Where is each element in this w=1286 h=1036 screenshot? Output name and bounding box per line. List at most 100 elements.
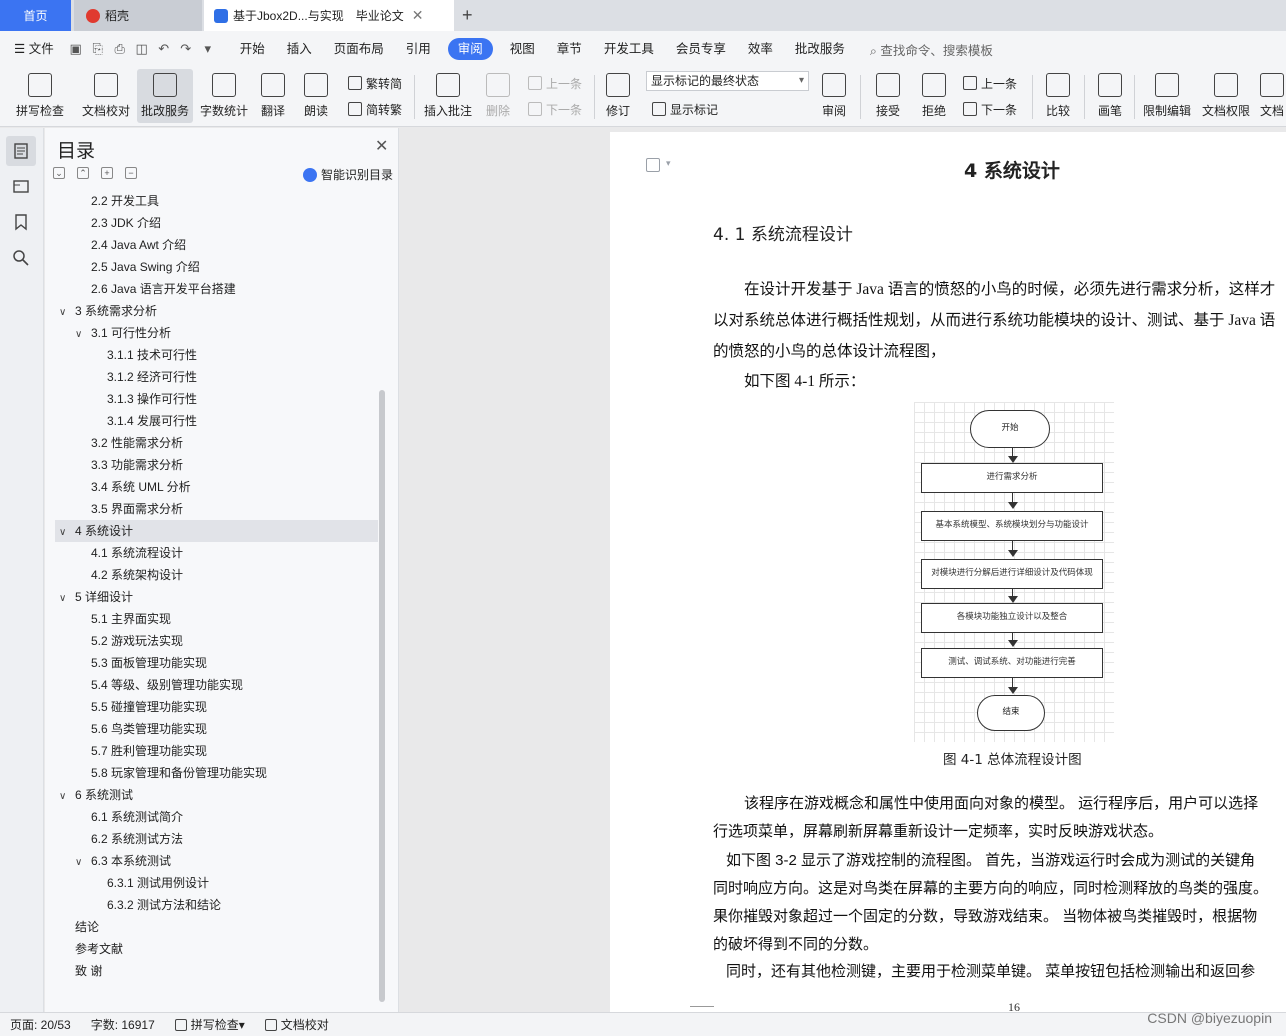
chevron-down-icon[interactable]: ▾ — [666, 158, 671, 169]
toc-item[interactable]: 5.5 碰撞管理功能实现 — [55, 696, 378, 718]
toc-item[interactable]: 4.1 系统流程设计 — [55, 542, 378, 564]
close-icon[interactable]: ✕ — [375, 136, 388, 156]
menu-review[interactable]: 审阅 — [447, 38, 493, 60]
toc-item[interactable]: 3.2 性能需求分析 — [55, 432, 378, 454]
toc-item[interactable]: 5.7 胜利管理功能实现 — [55, 740, 378, 762]
markup-state-select[interactable]: 显示标记的最终状态 — [646, 71, 809, 91]
next-comment-button[interactable]: 下一条 — [528, 99, 582, 119]
menu-page-layout[interactable]: 页面布局 — [323, 38, 395, 60]
page-mode-icon[interactable] — [646, 158, 660, 172]
simp-to-trad-button[interactable]: 简转繁 — [348, 99, 402, 119]
toc-item[interactable]: 5.4 等级、级别管理功能实现 — [55, 674, 378, 696]
toc-item[interactable]: 5.2 游戏玩法实现 — [55, 630, 378, 652]
doc-proofread-button[interactable]: 文档校对 — [78, 69, 134, 123]
chevron-down-icon[interactable]: ∨ — [59, 786, 71, 808]
toc-scrollbar[interactable] — [379, 390, 385, 1002]
menu-dev-tools[interactable]: 开发工具 — [593, 38, 665, 60]
toc-item[interactable]: ∨ 3 系统需求分析 — [55, 300, 378, 322]
insert-comment-button[interactable]: 插入批注 — [420, 69, 476, 123]
toc-item[interactable]: ∨ 5 详细设计 — [55, 586, 378, 608]
toc-item[interactable]: 3.3 功能需求分析 — [55, 454, 378, 476]
chevron-down-icon[interactable]: ∨ — [59, 588, 71, 610]
toc-item[interactable]: 结论 — [55, 916, 378, 938]
toc-item[interactable]: 3.1.1 技术可行性 — [55, 344, 378, 366]
menu-chapter[interactable]: 章节 — [546, 38, 593, 60]
delete-comment-button[interactable]: 删除 — [480, 69, 516, 123]
toc-item[interactable]: 2.2 开发工具 — [55, 190, 378, 212]
outline-panel-toggle[interactable] — [11, 176, 31, 196]
find-panel-toggle[interactable] — [11, 248, 31, 268]
toc-item[interactable]: ∨ 6.3 本系统测试 — [55, 850, 378, 872]
remove-level-icon[interactable]: − — [125, 167, 137, 179]
menu-view[interactable]: 视图 — [499, 38, 546, 60]
toc-item[interactable]: 2.6 Java 语言开发平台搭建 — [55, 278, 378, 300]
toc-item[interactable]: 5.8 玩家管理和备份管理功能实现 — [55, 762, 378, 784]
doc-permission-button[interactable]: 文档权限 — [1199, 69, 1253, 123]
spell-check-button[interactable]: 拼写检查 — [8, 69, 72, 123]
toc-item[interactable]: ∨ 6 系统测试 — [55, 784, 378, 806]
word-count-indicator[interactable]: 字数: 16917 — [81, 1016, 165, 1033]
save-icon[interactable]: ▣ — [65, 41, 87, 57]
expand-up-icon[interactable]: ⌃ — [77, 167, 89, 179]
accept-button[interactable]: 接受 — [870, 69, 906, 123]
review-pane-button[interactable]: 审阅 — [816, 69, 852, 123]
track-changes-button[interactable]: 修订 — [600, 69, 636, 123]
undo-icon[interactable]: ↶ — [153, 41, 175, 57]
tab-document[interactable]: 基于Jbox2D...与实现 毕业论文 ✕ — [204, 0, 454, 31]
toc-item[interactable]: 3.4 系统 UML 分析 — [55, 476, 378, 498]
menu-member[interactable]: 会员专享 — [665, 38, 737, 60]
menu-efficiency[interactable]: 效率 — [737, 38, 784, 60]
toc-item[interactable]: 6.3.2 测试方法和结论 — [55, 894, 378, 916]
close-tab-icon[interactable]: ✕ — [412, 7, 424, 24]
trad-to-simp-button[interactable]: 繁转简 — [348, 73, 402, 93]
chevron-down-icon[interactable]: ∨ — [59, 522, 71, 544]
smart-toc-button[interactable]: 智能识别目录 — [303, 166, 393, 183]
file-menu[interactable]: ☰ 文件 — [0, 38, 65, 60]
toc-item[interactable]: 5.3 面板管理功能实现 — [55, 652, 378, 674]
menu-revise-service[interactable]: 批改服务 — [784, 38, 856, 60]
menu-insert[interactable]: 插入 — [276, 38, 323, 60]
page-indicator[interactable]: 页面: 20/53 — [0, 1016, 81, 1033]
toc-panel-toggle[interactable] — [6, 136, 36, 166]
chevron-down-icon[interactable]: ∨ — [75, 324, 87, 346]
prev-change-button[interactable]: 上一条 — [963, 73, 1017, 93]
doc-more-button[interactable]: 文档 — [1258, 69, 1286, 123]
toc-item[interactable]: 3.1.3 操作可行性 — [55, 388, 378, 410]
menu-start[interactable]: 开始 — [229, 38, 276, 60]
bookmark-panel-toggle[interactable] — [11, 212, 31, 232]
redo-icon[interactable]: ↷ — [175, 41, 197, 57]
toc-item[interactable]: 2.4 Java Awt 介绍 — [55, 234, 378, 256]
print-preview-icon[interactable]: ◫ — [131, 41, 153, 57]
print-icon[interactable]: ⎙ — [109, 41, 131, 57]
restrict-edit-button[interactable]: 限制编辑 — [1140, 69, 1194, 123]
add-level-icon[interactable]: + — [101, 167, 113, 179]
toc-item[interactable]: 6.1 系统测试简介 — [55, 806, 378, 828]
read-aloud-button[interactable]: 朗读 — [298, 69, 334, 123]
prev-comment-button[interactable]: 上一条 — [528, 73, 582, 93]
toc-item[interactable]: 2.3 JDK 介绍 — [55, 212, 378, 234]
revise-service-button[interactable]: 批改服务 — [137, 69, 193, 123]
tab-home[interactable]: 首页 — [0, 0, 71, 31]
pen-button[interactable]: 画笔 — [1092, 69, 1128, 123]
toc-item[interactable]: 4.2 系统架构设计 — [55, 564, 378, 586]
chevron-down-icon[interactable]: ∨ — [75, 852, 87, 874]
toc-item[interactable]: 3.1.4 发展可行性 — [55, 410, 378, 432]
reject-button[interactable]: 拒绝 — [916, 69, 952, 123]
toc-item[interactable]: 3.5 界面需求分析 — [55, 498, 378, 520]
toc-item[interactable]: ∨ 4 系统设计 — [55, 520, 378, 542]
export-icon[interactable]: ⎘ — [87, 41, 109, 57]
toc-item[interactable]: 致 谢 — [55, 960, 378, 982]
toc-item[interactable]: 参考文献 — [55, 938, 378, 960]
translate-button[interactable]: 翻译 — [255, 69, 291, 123]
chevron-down-icon[interactable]: ∨ — [59, 302, 71, 324]
more-icon[interactable]: ▾ — [197, 41, 219, 57]
show-markup-button[interactable]: 显示标记 — [652, 99, 718, 119]
toc-item[interactable]: ∨ 3.1 可行性分析 — [55, 322, 378, 344]
new-tab-button[interactable]: + — [462, 0, 482, 31]
menu-references[interactable]: 引用 — [395, 38, 442, 60]
toc-item[interactable]: 6.2 系统测试方法 — [55, 828, 378, 850]
toc-item[interactable]: 6.3.1 测试用例设计 — [55, 872, 378, 894]
command-search[interactable]: ⌕ 查找命令、搜索模板 — [870, 40, 993, 59]
toc-item[interactable]: 3.1.2 经济可行性 — [55, 366, 378, 388]
tab-daoke[interactable]: 稻壳 — [74, 0, 202, 31]
